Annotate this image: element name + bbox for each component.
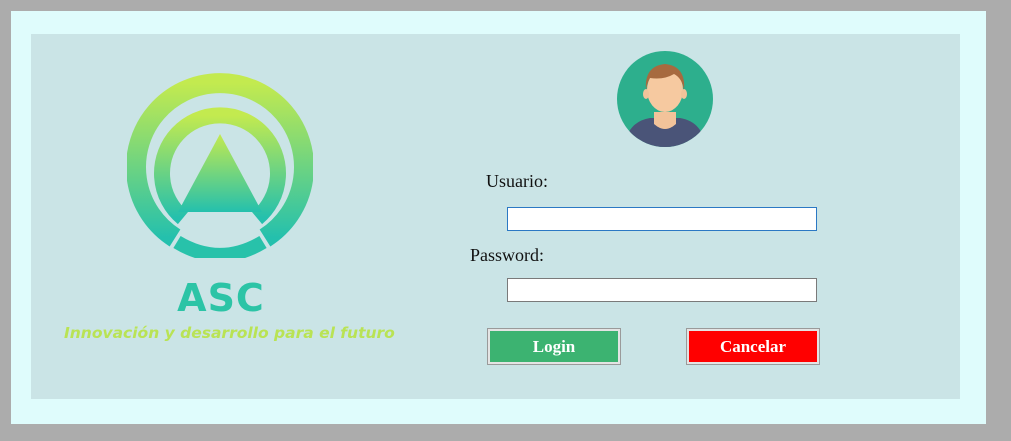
user-avatar-icon bbox=[617, 51, 713, 147]
login-window: ASC Innovación y desarrollo para el futu… bbox=[11, 11, 986, 424]
cancel-button-label: Cancelar bbox=[689, 331, 817, 362]
password-input[interactable] bbox=[507, 278, 817, 302]
login-panel: ASC Innovación y desarrollo para el futu… bbox=[31, 34, 960, 399]
login-button[interactable]: Login bbox=[487, 328, 621, 365]
password-label: Password: bbox=[470, 245, 545, 265]
cancel-button[interactable]: Cancelar bbox=[686, 328, 820, 365]
username-label: Usuario: bbox=[486, 171, 548, 191]
username-input[interactable] bbox=[507, 207, 817, 231]
brand-tagline: Innovación y desarrollo para el futuro bbox=[64, 324, 395, 342]
brand-name: ASC bbox=[177, 276, 265, 320]
brand-area: ASC Innovación y desarrollo para el futu… bbox=[31, 34, 451, 399]
login-button-label: Login bbox=[490, 331, 618, 362]
asc-logo-icon bbox=[127, 73, 313, 258]
